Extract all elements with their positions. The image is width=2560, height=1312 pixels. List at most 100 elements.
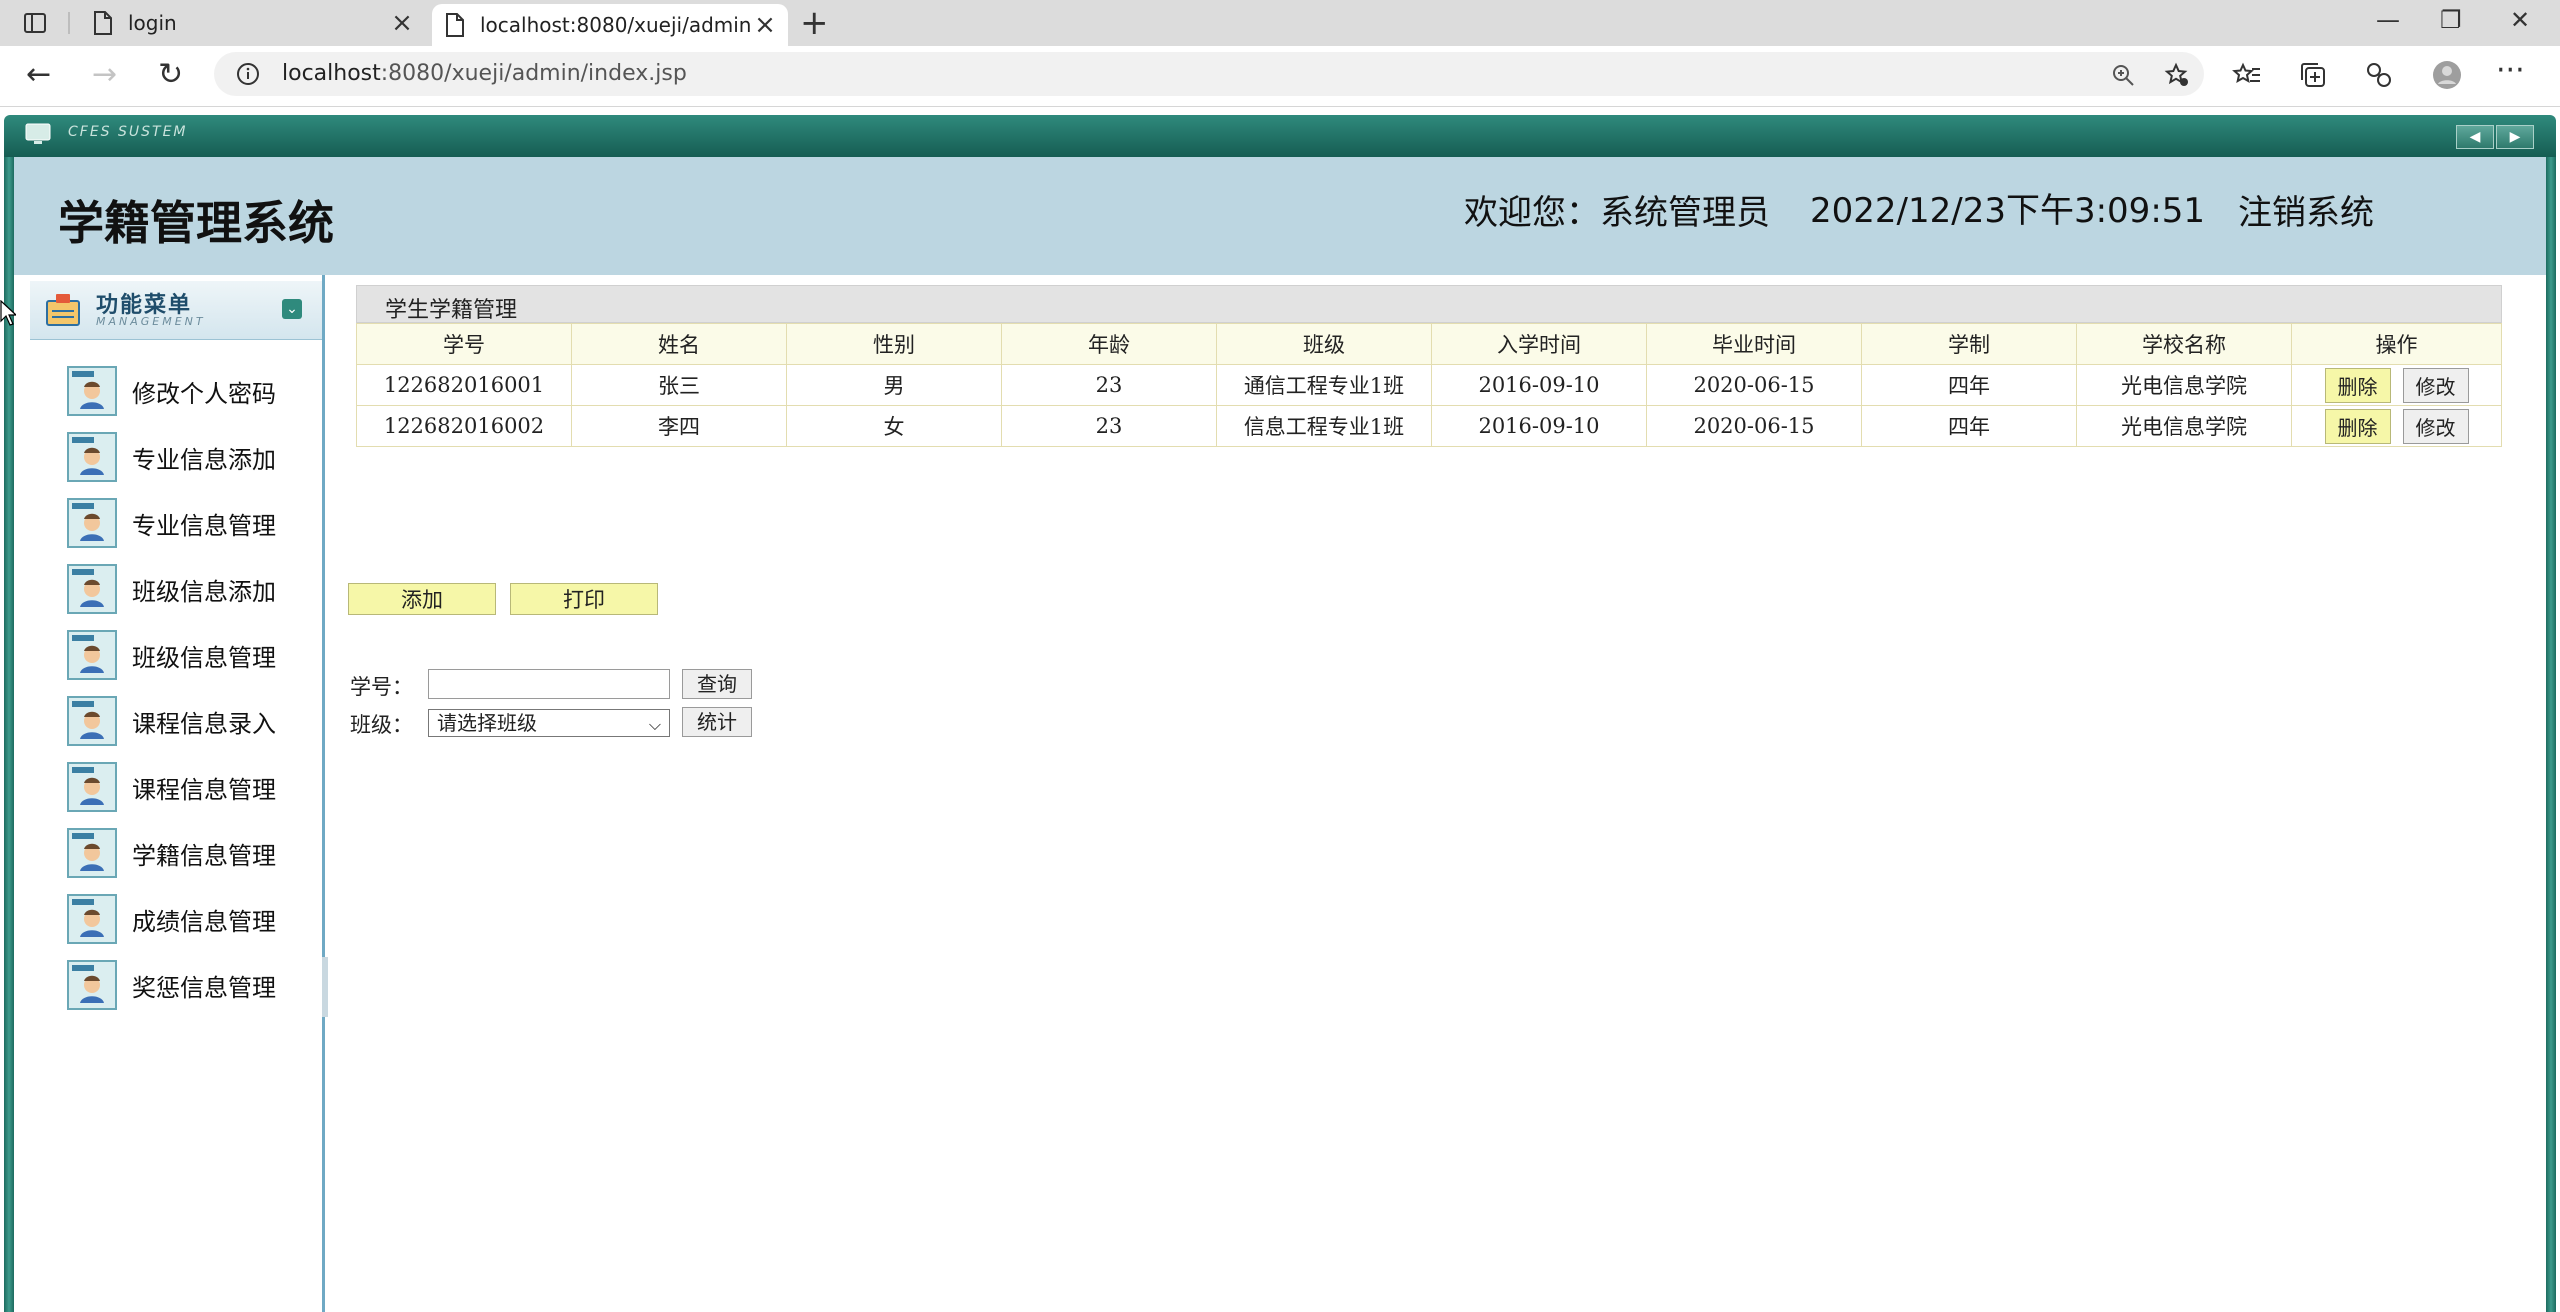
user-card-icon	[67, 762, 117, 812]
scroll-right-icon[interactable]: ▶	[2496, 125, 2534, 149]
cell-name: 李四	[571, 405, 787, 447]
zoom-icon[interactable]	[2110, 62, 2136, 88]
app-frame: CFES SUSTEM ◀ ▶ 学籍管理系统 欢迎您：系统管理员 2022/12…	[0, 107, 2560, 1312]
collapse-icon[interactable]: ⌄	[282, 299, 302, 319]
favorites-icon[interactable]	[2232, 60, 2262, 90]
user-card-icon	[67, 960, 117, 1010]
menu-header: 功能菜单 MANAGEMENT ⌄	[30, 281, 322, 340]
close-icon[interactable]: ×	[750, 10, 780, 40]
minimize-icon[interactable]: —	[2376, 6, 2400, 34]
new-tab-icon[interactable]: +	[800, 6, 829, 40]
student-id-input[interactable]	[428, 669, 670, 699]
tab-admin-index[interactable]: localhost:8080/xueji/admin/inde ×	[432, 4, 788, 46]
delete-button[interactable]: 删除	[2324, 367, 2391, 403]
cell-school: 光电信息学院	[2076, 405, 2292, 447]
cell-length: 四年	[1861, 364, 2077, 406]
page-icon	[446, 13, 464, 37]
cell-graduate-date: 2020-06-15	[1646, 405, 1862, 447]
sidebar-item-label: 学籍信息管理	[132, 841, 276, 870]
cell-school: 光电信息学院	[2076, 364, 2292, 406]
restore-icon[interactable]: ❐	[2440, 6, 2462, 34]
collections-icon[interactable]	[2298, 60, 2328, 90]
table-row: 122682016001 张三 男 23 通信工程专业1班 2016-09-10…	[356, 364, 2502, 406]
sidebar-item-label: 修改个人密码	[132, 379, 276, 408]
sidebar-item-course-entry[interactable]: 课程信息录入	[66, 693, 276, 749]
window-close-icon[interactable]: ✕	[2510, 6, 2530, 34]
cell-id: 122682016001	[356, 364, 572, 406]
edit-button[interactable]: 修改	[2402, 367, 2469, 403]
cell-age: 23	[1001, 364, 1217, 406]
sidebar-item-reward-manage[interactable]: 奖惩信息管理	[66, 957, 276, 1013]
column-header: 学制	[1861, 323, 2077, 365]
extensions-icon[interactable]	[2364, 60, 2394, 90]
user-card-icon	[67, 564, 117, 614]
reload-icon[interactable]: ↻	[158, 60, 183, 90]
page-title: 学籍管理系统	[58, 196, 334, 250]
sidebar-item-change-password[interactable]: 修改个人密码	[66, 363, 276, 419]
menu-header-icon	[46, 294, 80, 326]
column-header: 学校名称	[2076, 323, 2292, 365]
chevron-down-icon: ⌵	[648, 715, 661, 734]
sidebar-item-course-manage[interactable]: 课程信息管理	[66, 759, 276, 815]
tab-login[interactable]: login ×	[80, 0, 425, 46]
cell-id: 122682016002	[356, 405, 572, 447]
panel-title: 学生学籍管理	[385, 298, 518, 323]
column-header: 性别	[786, 323, 1002, 365]
column-header: 入学时间	[1431, 323, 1647, 365]
sidebar-item-major-add[interactable]: 专业信息添加	[66, 429, 276, 485]
cell-name: 张三	[571, 364, 787, 406]
user-card-icon	[67, 696, 117, 746]
class-select[interactable]: 请选择班级 ⌵	[428, 709, 670, 737]
panel-title-bar: 学生学籍管理	[356, 285, 2502, 323]
frame-border-left	[4, 157, 14, 1312]
cell-enroll-date: 2016-09-10	[1431, 405, 1647, 447]
browser-tabstrip: login × localhost:8080/xueji/admin/inde …	[0, 0, 2560, 46]
table-row: 122682016002 李四 女 23 信息工程专业1班 2016-09-10…	[356, 405, 2502, 447]
logout-link[interactable]: 注销系统	[2238, 185, 2374, 234]
close-icon[interactable]: ×	[387, 8, 417, 38]
user-card-icon	[67, 366, 117, 416]
app-header: 学籍管理系统 欢迎您：系统管理员 2022/12/23下午3:09:51 注销系…	[14, 157, 2546, 275]
class-label: 班级：	[350, 713, 413, 737]
query-button[interactable]: 查询	[682, 669, 752, 699]
sidebar-item-label: 专业信息管理	[132, 511, 276, 540]
column-header: 学号	[356, 323, 572, 365]
mouse-cursor-icon	[0, 300, 16, 326]
sidebar-item-grade-manage[interactable]: 成绩信息管理	[66, 891, 276, 947]
tab-actions-icon[interactable]	[20, 10, 50, 36]
site-info-icon[interactable]	[236, 62, 260, 86]
column-header: 操作	[2291, 323, 2502, 365]
tab-separator	[68, 12, 70, 34]
back-icon[interactable]: ←	[26, 60, 51, 90]
stats-button[interactable]: 统计	[682, 707, 752, 737]
favorite-add-icon[interactable]	[2164, 62, 2190, 88]
sidebar-item-class-manage[interactable]: 班级信息管理	[66, 627, 276, 683]
page-icon	[94, 11, 112, 35]
scroll-left-icon[interactable]: ◀	[2456, 125, 2494, 149]
delete-button[interactable]: 删除	[2324, 408, 2391, 444]
print-button[interactable]: 打印	[510, 583, 658, 615]
student-table: 学号 姓名 性别 年龄 班级 入学时间 毕业时间 学制 学校名称 操作 1226…	[356, 323, 2502, 447]
table-header-row: 学号 姓名 性别 年龄 班级 入学时间 毕业时间 学制 学校名称 操作	[356, 323, 2502, 365]
sidebar-item-label: 成绩信息管理	[132, 907, 276, 936]
student-id-label: 学号：	[350, 675, 413, 699]
user-card-icon	[67, 828, 117, 878]
user-card-icon	[67, 498, 117, 548]
profile-avatar-icon[interactable]	[2432, 60, 2462, 90]
cell-actions: 删除 修改	[2291, 364, 2502, 406]
edit-button[interactable]: 修改	[2402, 408, 2469, 444]
sidebar: 功能菜单 MANAGEMENT ⌄ 修改个人密码 专业信息添加 专业信息管理 班…	[30, 275, 325, 1312]
app-topbar: CFES SUSTEM ◀ ▶	[4, 115, 2556, 157]
url-field[interactable]: localhost:8080/xueji/admin/index.jsp	[214, 52, 2204, 96]
sidebar-item-status-manage[interactable]: 学籍信息管理	[66, 825, 276, 881]
sidebar-item-class-add[interactable]: 班级信息添加	[66, 561, 276, 617]
add-button[interactable]: 添加	[348, 583, 496, 615]
sidebar-item-label: 班级信息管理	[132, 643, 276, 672]
url-text: localhost:8080/xueji/admin/index.jsp	[282, 61, 687, 86]
user-card-icon	[67, 630, 117, 680]
forward-icon[interactable]: →	[92, 60, 117, 90]
more-icon[interactable]: ···	[2496, 56, 2525, 86]
user-card-icon	[67, 432, 117, 482]
sidebar-resize-handle[interactable]	[322, 957, 328, 1017]
sidebar-item-major-manage[interactable]: 专业信息管理	[66, 495, 276, 551]
